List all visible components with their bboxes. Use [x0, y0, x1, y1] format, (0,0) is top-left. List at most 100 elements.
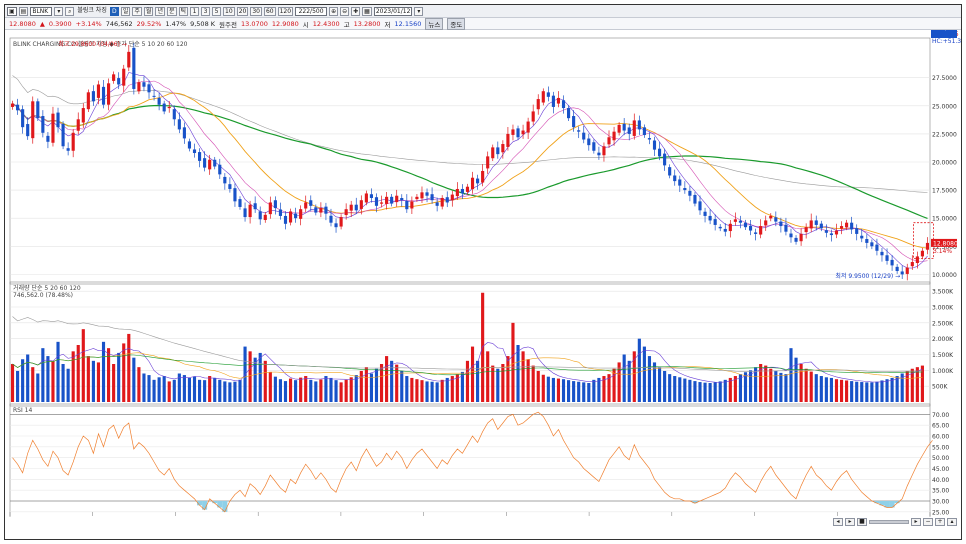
candle-body [556, 97, 561, 104]
volume-bar [819, 376, 823, 402]
quote-low-label: 저 [384, 20, 391, 29]
volume-bar [678, 377, 682, 402]
candle-body [804, 227, 808, 233]
volume-bar [582, 382, 586, 402]
candle-body [415, 196, 419, 200]
interval-5[interactable]: 5 [212, 6, 222, 16]
interval-30[interactable]: 30 [250, 6, 262, 16]
volume-bar [137, 367, 141, 402]
date-input[interactable]: 2023/01/12 [373, 6, 413, 16]
interval-60[interactable]: 60 [263, 6, 276, 16]
quote-high-value: 12.4300 [312, 19, 340, 28]
stock-chart[interactable]: 27.5000 25.0000 22.5000 20.0000 17.5000 15.00… [5, 30, 961, 517]
volume-bar [400, 370, 404, 402]
price-tag: 12.8080 [933, 240, 958, 247]
code-input[interactable]: BLNK [30, 6, 53, 16]
candle-body [905, 267, 909, 274]
interval-10[interactable]: 10 [223, 6, 235, 16]
candle-body [223, 176, 227, 184]
candle-body [465, 186, 470, 192]
candle-body [814, 220, 818, 225]
candle-body [96, 84, 101, 98]
interval-1[interactable]: 1 [190, 6, 200, 16]
volume-tick-label: 3.000K [932, 305, 954, 312]
mode-button[interactable]: D [109, 6, 119, 16]
period-month[interactable]: 월 [143, 6, 154, 16]
candle-body [678, 179, 682, 186]
right-top-2: HC:+51.32 [932, 38, 961, 45]
zoom-plus-icon[interactable]: + [935, 518, 945, 526]
layout-icon[interactable]: ▤ [18, 6, 29, 16]
candle-body [587, 138, 591, 146]
period-tick[interactable]: 틱 [178, 6, 189, 16]
candle-body [369, 194, 373, 198]
candle-body [91, 91, 95, 102]
volume-bar [860, 382, 864, 402]
search-icon[interactable]: ⌕ [65, 6, 75, 16]
play-icon[interactable]: ▸ [845, 518, 855, 526]
scroll-left-icon[interactable]: ◂ [833, 518, 843, 526]
volume-bar [850, 381, 854, 402]
volume-bar [789, 348, 793, 402]
fit-icon[interactable]: ▴ [947, 518, 957, 526]
zoom-minus-icon[interactable]: − [923, 518, 933, 526]
volume-bar [506, 356, 510, 402]
calendar-icon[interactable]: ▦ [362, 6, 372, 16]
interval-20[interactable]: 20 [236, 6, 249, 16]
volume-bar [445, 377, 449, 402]
stop-icon[interactable]: ■ [857, 518, 867, 526]
volume-bar [642, 346, 646, 402]
volume-bar [824, 377, 828, 402]
crosshair-icon[interactable]: ✚ [351, 6, 361, 16]
interval-3[interactable]: 3 [201, 6, 211, 16]
candle-body [208, 159, 212, 170]
calendar-dropdown-icon[interactable]: ▾ [414, 6, 424, 16]
volume-bar [122, 343, 126, 402]
scroll-right-icon[interactable]: ▸ [911, 518, 921, 526]
zoom-in-icon[interactable]: ⊕ [329, 6, 339, 16]
dropdown-icon[interactable]: ▾ [54, 6, 64, 16]
volume-bar [668, 374, 672, 402]
candle-body [637, 120, 641, 130]
candle-body [445, 197, 449, 203]
candle-body [187, 141, 192, 149]
candle-body [425, 192, 429, 196]
news-button[interactable]: 뉴스 [425, 17, 444, 30]
volume-bar [248, 351, 252, 402]
interval-120[interactable]: 120 [277, 6, 294, 16]
zoom-out-icon[interactable]: ⊖ [340, 6, 350, 16]
volume-bar [647, 356, 652, 402]
scroll-thumb[interactable] [869, 520, 909, 524]
candle-body [430, 194, 434, 201]
period-minute[interactable]: 분 [166, 6, 177, 16]
candle-body [561, 100, 566, 109]
price-panel [9, 37, 931, 285]
candle-body [885, 255, 889, 261]
period-year[interactable]: 년 [155, 6, 165, 16]
candle-body [273, 200, 277, 209]
candle-body [521, 130, 525, 135]
volume-bar [192, 376, 197, 402]
candle-body [789, 233, 793, 238]
volume-bar [698, 382, 702, 402]
candle-body [309, 200, 313, 206]
volume-bar [425, 381, 429, 402]
volume-tick-label: 3.500K [932, 289, 954, 296]
volume-bar [804, 368, 808, 402]
candle-body [329, 215, 333, 223]
count-input[interactable]: 222/500 [295, 6, 328, 16]
volume-bar [213, 377, 217, 402]
volume-bar [415, 379, 419, 402]
period-week[interactable]: 주 [132, 6, 142, 16]
volume-bar [895, 376, 899, 402]
volume-bar [875, 381, 879, 402]
candle-body [663, 153, 667, 166]
candle-body [890, 259, 894, 266]
volume-bar [278, 379, 283, 402]
candle-body [728, 223, 732, 232]
candle-body [112, 74, 116, 81]
detail-button[interactable]: 종도 [447, 17, 466, 30]
period-day[interactable]: 일 [120, 6, 131, 16]
window-icon[interactable]: ▣ [7, 6, 17, 16]
volume-bar [117, 352, 121, 402]
